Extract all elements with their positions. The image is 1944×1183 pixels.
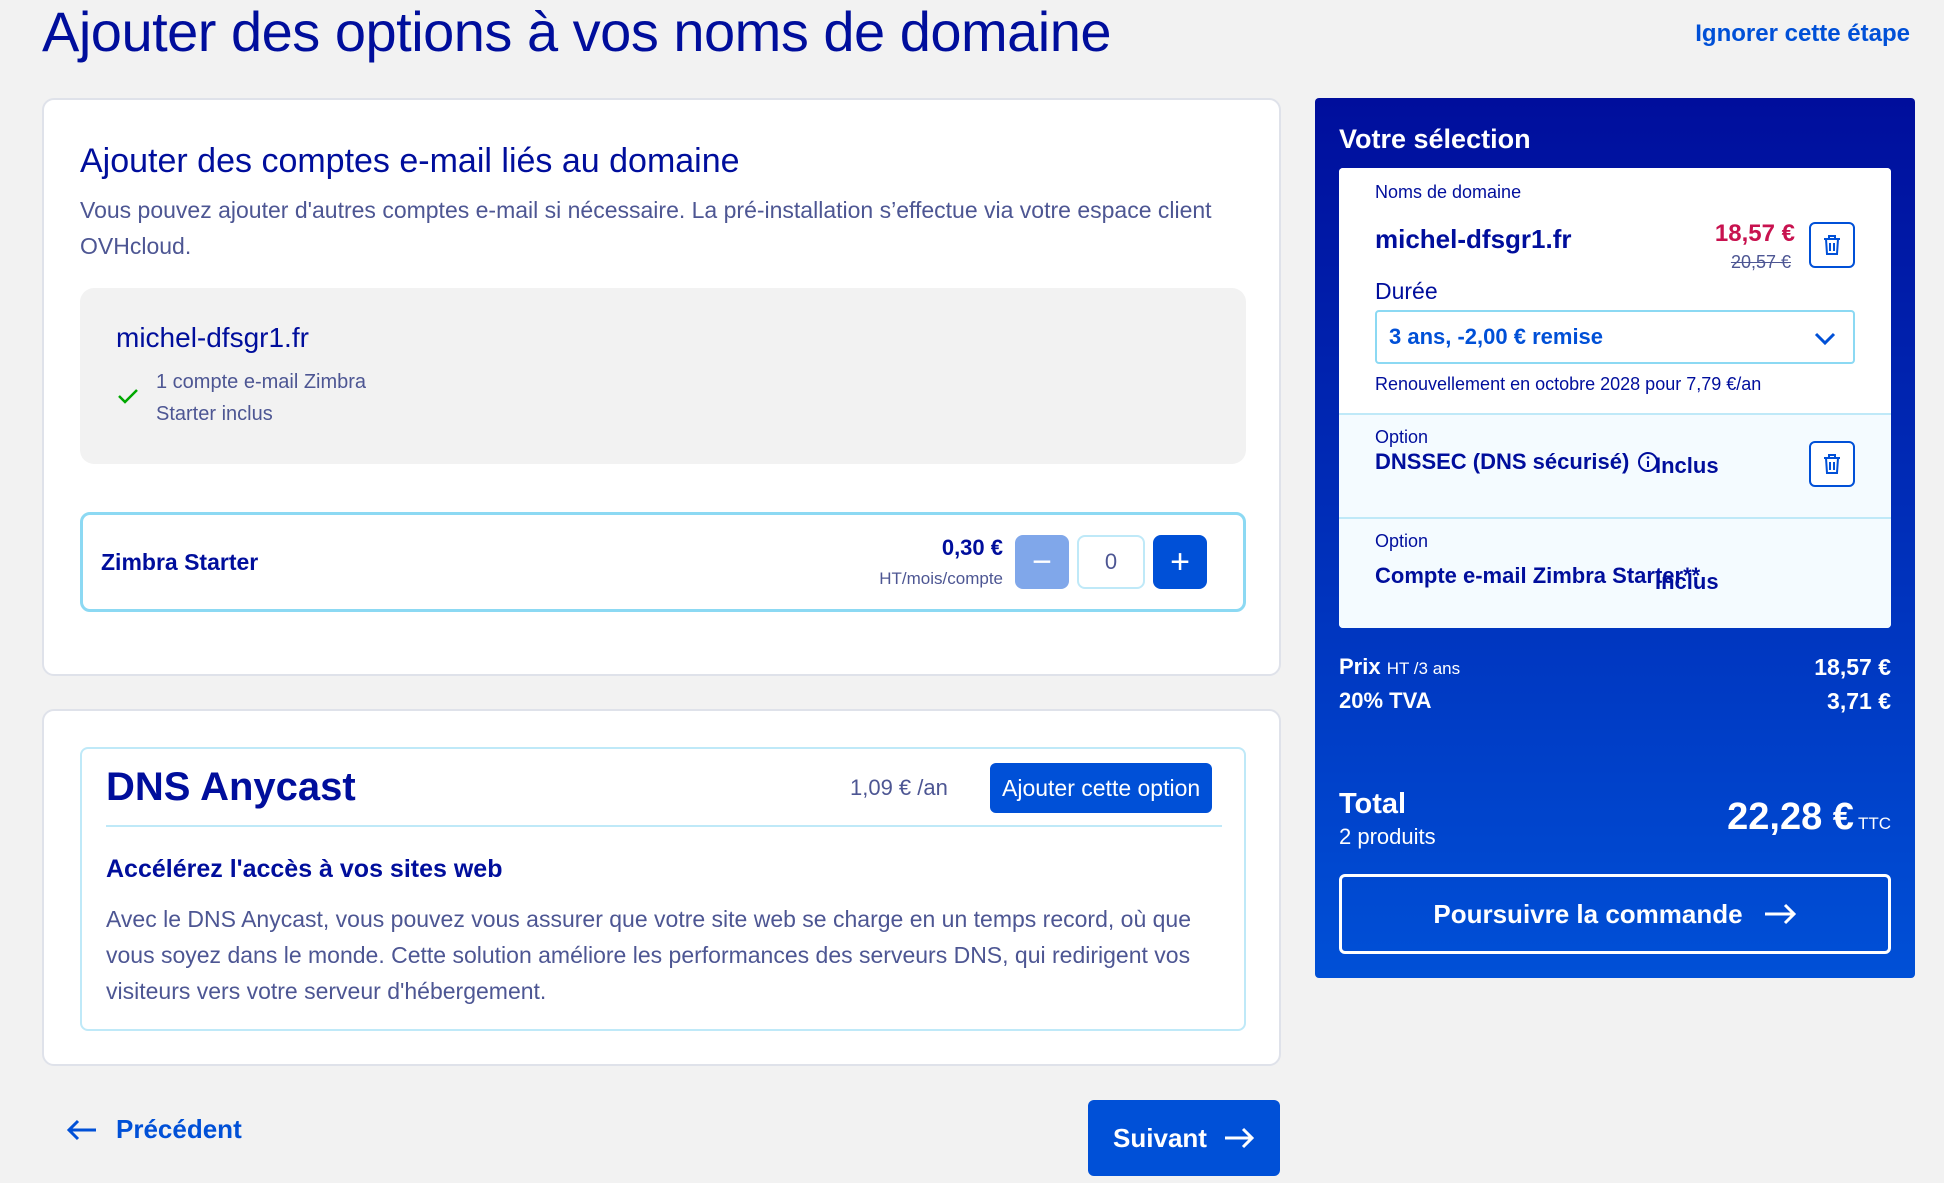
domain-included-box: michel-dfsgr1.fr 1 compte e-mail Zimbra …: [80, 288, 1246, 464]
vat-label: 20% TVA: [1339, 688, 1432, 713]
total-suffix: TTC: [1857, 814, 1891, 833]
option-status: Inclus: [1655, 453, 1719, 478]
domain-name: michel-dfsgr1.fr: [116, 322, 309, 353]
dns-anycast-card: DNS Anycast 1,09 € /an Ajouter cette opt…: [42, 709, 1281, 1066]
total-products-count: 2 produits: [1339, 824, 1436, 849]
price-row: Prix HT /3 ans 18,57 €: [1339, 654, 1891, 680]
previous-button[interactable]: Précédent: [66, 1114, 242, 1145]
option-name: DNSSEC (DNS sécurisé): [1375, 449, 1659, 475]
check-icon: [118, 389, 138, 404]
page-title: Ajouter des options à vos noms de domain…: [42, 0, 1112, 63]
option-name: Compte e-mail Zimbra Starter**: [1375, 563, 1701, 588]
duration-select-value: 3 ans, -2,00 € remise: [1389, 324, 1604, 349]
quantity-decrease-button[interactable]: −: [1015, 535, 1069, 589]
email-section-description: Vous pouvez ajouter d'autres comptes e-m…: [80, 197, 1212, 259]
divider: [106, 825, 1222, 827]
remove-option-button[interactable]: [1809, 441, 1855, 487]
vat-row: 20% TVA 3,71 €: [1339, 688, 1891, 714]
vat-value: 3,71 €: [1827, 688, 1891, 714]
duration-select[interactable]: 3 ans, -2,00 € remise: [1375, 310, 1855, 364]
included-feature-line2: Starter inclus: [156, 403, 273, 425]
skip-step-link[interactable]: Ignorer cette étape: [1695, 20, 1910, 48]
original-price: 20,57 €: [1730, 252, 1791, 272]
included-email-feature: 1 compte e-mail Zimbra Starter inclus: [156, 366, 416, 430]
quantity-input[interactable]: [1077, 535, 1145, 589]
dns-anycast-title: DNS Anycast: [106, 765, 356, 809]
product-price: 0,30 € HT/mois/compte: [879, 535, 1003, 589]
dns-anycast-option: DNS Anycast 1,09 € /an Ajouter cette opt…: [80, 747, 1246, 1031]
included-feature-line1: 1 compte e-mail Zimbra: [156, 371, 367, 393]
price-value: 18,57 €: [1814, 654, 1891, 680]
dns-anycast-price: 1,09 € /an: [850, 775, 948, 800]
chevron-down-icon: [1814, 332, 1836, 346]
total-value: 22,28 € TTC: [1727, 796, 1891, 839]
email-accounts-card: Ajouter des comptes e-mail liés au domai…: [42, 98, 1281, 676]
arrow-left-icon: [66, 1119, 96, 1140]
domain-section-label: Noms de domaine: [1375, 182, 1522, 202]
quantity-increase-button[interactable]: +: [1153, 535, 1207, 589]
summary-domain-section: Noms de domaine michel-dfsgr1.fr 18,57 €…: [1339, 168, 1891, 413]
trash-icon: [1824, 235, 1840, 255]
price-label-group: Prix HT /3 ans: [1339, 654, 1460, 679]
next-label: Suivant: [1113, 1122, 1207, 1153]
summary-title: Votre sélection: [1339, 124, 1531, 154]
renewal-info: Renouvellement en octobre 2028 pour 7,79…: [1375, 374, 1762, 394]
total-amount: 22,28 €: [1727, 796, 1854, 838]
promo-price: 18,57 €: [1714, 220, 1795, 247]
dns-anycast-subtitle: Accélérez l'accès à vos sites web: [106, 855, 503, 883]
price-label: Prix: [1339, 654, 1381, 679]
email-section-title: Ajouter des comptes e-mail liés au domai…: [80, 142, 740, 180]
summary-domain-name: michel-dfsgr1.fr: [1375, 224, 1572, 254]
zimbra-starter-row: Zimbra Starter 0,30 € HT/mois/compte − +: [80, 512, 1246, 612]
arrow-right-icon: [1764, 903, 1796, 925]
product-price-unit: HT/mois/compte: [879, 569, 1003, 588]
option-label: Option: [1375, 427, 1429, 447]
product-name: Zimbra Starter: [101, 549, 259, 575]
product-price-value: 0,30 €: [941, 535, 1003, 560]
order-summary-panel: Votre sélection Noms de domaine michel-d…: [1315, 98, 1915, 978]
continue-order-button[interactable]: Poursuivre la commande: [1339, 874, 1891, 954]
option-label: Option: [1375, 531, 1429, 551]
trash-icon: [1824, 454, 1840, 474]
next-button[interactable]: Suivant: [1088, 1100, 1280, 1176]
option-name-text: DNSSEC (DNS sécurisé): [1375, 449, 1630, 474]
total-label: Total: [1339, 788, 1407, 820]
summary-option-zimbra: Option Compte e-mail Zimbra Starter** In…: [1339, 517, 1891, 628]
dns-anycast-description: Avec le DNS Anycast, vous pouvez vous as…: [106, 906, 1191, 1004]
summary-option-dnssec: Option DNSSEC (DNS sécurisé) Inclus: [1339, 413, 1891, 517]
minus-icon: −: [1032, 543, 1052, 581]
plus-icon: +: [1170, 543, 1190, 581]
option-status: Inclus: [1655, 569, 1719, 594]
continue-order-label: Poursuivre la commande: [1433, 898, 1743, 929]
price-qualifier: HT /3 ans: [1386, 659, 1461, 678]
arrow-right-icon: [1224, 1127, 1255, 1149]
remove-domain-button[interactable]: [1809, 222, 1855, 268]
previous-label: Précédent: [116, 1114, 242, 1144]
add-option-button[interactable]: Ajouter cette option: [990, 763, 1213, 813]
summary-items-box: Noms de domaine michel-dfsgr1.fr 18,57 €…: [1339, 168, 1891, 628]
duration-label: Durée: [1375, 278, 1438, 304]
